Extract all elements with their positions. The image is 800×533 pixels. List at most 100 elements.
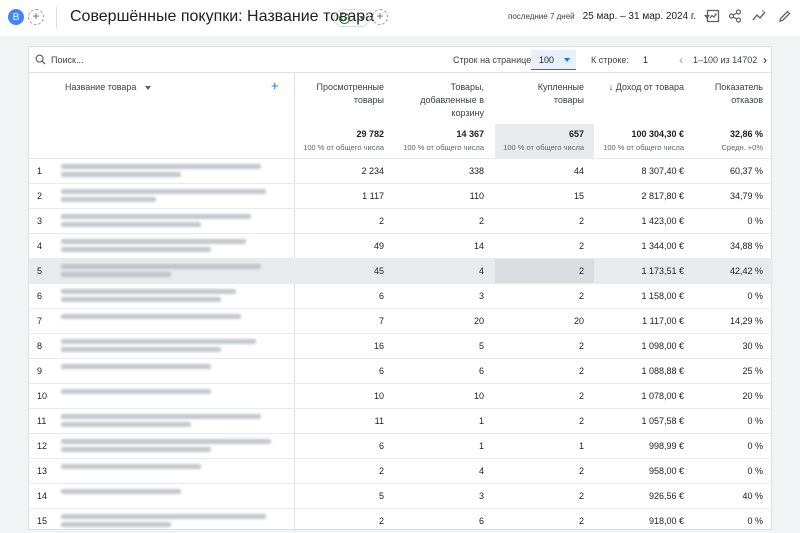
table-row[interactable]: 7 7 20 20 1 117,00 € 14,29 %	[29, 308, 773, 333]
table-cell: 1	[578, 441, 584, 451]
dimension-header[interactable]: Название товара	[65, 82, 151, 92]
table-cell: 49	[373, 241, 384, 251]
table-row[interactable]: 6 6 3 2 1 158,00 € 0 %	[29, 283, 773, 308]
table-row[interactable]: 11 11 1 2 1 057,58 €0 %	[29, 408, 773, 433]
customize-report-icon[interactable]	[706, 9, 720, 23]
table-cell: 40 %	[742, 491, 763, 501]
table-cell: 2	[578, 416, 584, 426]
prev-page-icon[interactable]: ‹	[676, 54, 686, 66]
table-cell: 0 %	[747, 466, 763, 476]
table-cell: 15	[573, 191, 584, 201]
redacted-product-name[interactable]	[61, 264, 271, 278]
redacted-product-name[interactable]	[61, 239, 271, 253]
table-cell: 2	[578, 291, 584, 301]
column-total: 29 782	[356, 129, 384, 139]
search-icon	[35, 54, 46, 65]
table-row[interactable]: 2 1 117 110 15 2 817,80 € 34,79 %	[29, 183, 773, 208]
redacted-product-name[interactable]	[61, 464, 271, 478]
redacted-product-name[interactable]	[61, 389, 271, 403]
row-index: 10	[37, 391, 48, 401]
table-cell: 44	[573, 166, 584, 176]
table-cell: 20	[473, 316, 484, 326]
table-row[interactable]: 5 45 4 2 1 173,51 € 42,42 %	[29, 258, 773, 283]
table-cell: 998,99 €	[648, 441, 684, 451]
column-header-added-to-cart[interactable]: Товары, добавленные в корзину 14 367 100…	[394, 73, 494, 159]
table-cell: 0 %	[747, 441, 763, 451]
table-row[interactable]: 4 49 14 2 1 344,00 € 34,88 %	[29, 233, 773, 258]
add-filter-button[interactable]: +	[372, 9, 388, 25]
table-row[interactable]: 15 2 6 2 918,00 € 0 %	[29, 508, 773, 533]
table-cell: 1 173,51 €	[641, 266, 684, 276]
column-header-bounce-rate[interactable]: Показатель отказов 32,86 % Средн. +0%	[694, 73, 773, 159]
table-cell: 25 %	[742, 366, 763, 376]
table-row[interactable]: 3 2 2 2 1 423,00 € 0 %	[29, 208, 773, 233]
rows-per-page-value: 100	[539, 54, 555, 65]
table-row[interactable]: 1 2 234 338 44 8 307,40 € 60,37 %	[29, 158, 773, 183]
table-cell: 1 117,00 €	[642, 316, 684, 326]
table-row[interactable]: 10 10 10 2 1 078,00 € 20 %	[29, 383, 773, 408]
report-header: B + Совершённые покупки: Название товара…	[0, 0, 800, 36]
redacted-product-name[interactable]	[61, 164, 271, 178]
table-cell: 6	[378, 441, 384, 451]
avatar[interactable]: B	[8, 9, 24, 25]
table-cell: 6	[478, 366, 484, 376]
table-cell: 2	[578, 341, 584, 351]
chevron-down-icon	[564, 58, 570, 62]
table-cell: 1 158,00 €	[641, 291, 684, 301]
redacted-product-name[interactable]	[61, 214, 271, 228]
redacted-product-name[interactable]	[61, 289, 271, 303]
row-index: 9	[37, 366, 43, 376]
add-comparison-button[interactable]: +	[28, 9, 44, 25]
row-index: 5	[37, 266, 43, 276]
dimension-header-label: Название товара	[65, 82, 137, 92]
add-dimension-button[interactable]: +	[271, 78, 279, 93]
table-cell: 10	[373, 391, 384, 401]
rows-per-page-select[interactable]: 100	[531, 50, 576, 70]
column-header-revenue[interactable]: ↓ Доход от товара 100 304,30 € 100 % от …	[594, 73, 694, 159]
chevron-down-icon	[144, 85, 151, 90]
table-cell: 14	[473, 241, 484, 251]
table-cell: 7	[378, 316, 384, 326]
table-cell: 3	[478, 291, 484, 301]
redacted-product-name[interactable]	[61, 439, 271, 453]
date-range-picker[interactable]: последние 7 дней 25 мар. – 31 мар. 2024 …	[508, 11, 711, 22]
table-cell: 2	[578, 241, 584, 251]
search-input[interactable]	[51, 52, 251, 68]
table-cell: 2	[578, 391, 584, 401]
table-cell: 34,79 %	[729, 191, 763, 201]
column-header-purchased[interactable]: Купленные товары 657 100 % от общего чис…	[494, 73, 594, 159]
redacted-product-name[interactable]	[61, 414, 271, 428]
column-label: ↓ Доход от товара	[608, 82, 684, 92]
row-index: 15	[37, 516, 48, 526]
table-row[interactable]: 8 16 5 2 1 098,00 € 30 %	[29, 333, 773, 358]
column-header-views[interactable]: Просмотренные товары 29 782 100 % от общ…	[294, 73, 394, 159]
table-cell: 2	[578, 516, 584, 526]
redacted-product-name[interactable]	[61, 364, 271, 378]
divider	[56, 7, 57, 29]
next-page-icon[interactable]: ›	[760, 54, 770, 66]
table-row[interactable]: 9 6 6 2 1 088,88 € 25 %	[29, 358, 773, 383]
row-index: 7	[37, 316, 43, 326]
redacted-product-name[interactable]	[61, 189, 271, 203]
table-cell: 6	[478, 516, 484, 526]
column-total: 14 367	[456, 129, 484, 139]
edit-pencil-icon[interactable]	[778, 9, 792, 23]
redacted-product-name[interactable]	[61, 489, 271, 503]
table-cell: 3	[478, 491, 484, 501]
table-row[interactable]: 12 6 1 1 998,99 € 0 %	[29, 433, 773, 458]
row-index: 11	[37, 416, 47, 426]
table-cell: 926,56 €	[648, 491, 684, 501]
redacted-product-name[interactable]	[61, 514, 271, 528]
table-cell: 1 098,00 €	[641, 341, 684, 351]
share-icon[interactable]	[728, 9, 742, 23]
insights-icon[interactable]	[752, 9, 766, 23]
table-row[interactable]: 14 5 3 2 926,56 € 40 %	[29, 483, 773, 508]
table-row[interactable]: 13 2 4 2 958,00 € 0 %	[29, 458, 773, 483]
row-index: 14	[37, 491, 48, 501]
table-cell: 34,88 %	[729, 241, 763, 251]
redacted-product-name[interactable]	[61, 339, 271, 353]
redacted-product-name[interactable]	[61, 314, 271, 328]
report-status-dropdown[interactable]	[334, 9, 370, 27]
table-cell: 1	[478, 441, 484, 451]
goto-row-input[interactable]: 1	[643, 55, 648, 65]
